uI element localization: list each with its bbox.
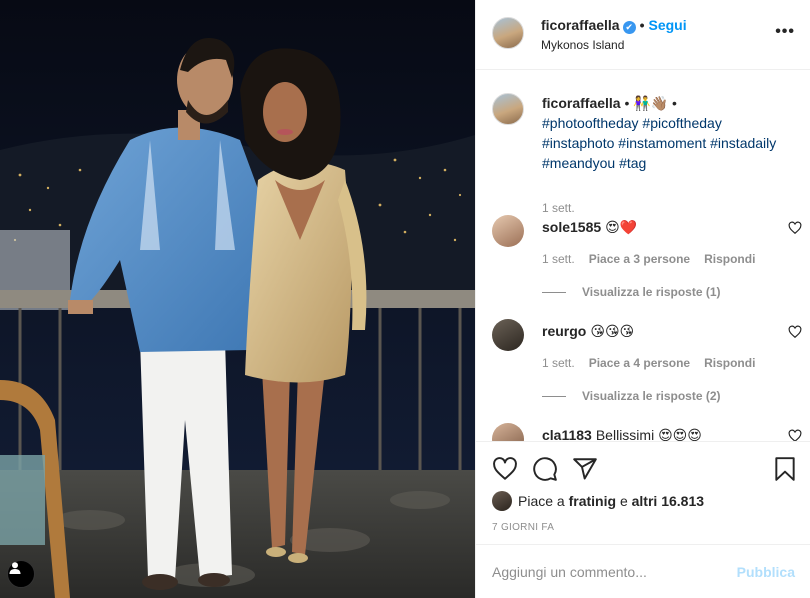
caption-username[interactable]: ficoraffaella: [542, 95, 621, 111]
person-icon: [9, 562, 21, 574]
hashtag-link[interactable]: #instaphoto: [542, 135, 614, 151]
caption-author-avatar[interactable]: [492, 93, 524, 125]
bookmark-icon[interactable]: [772, 456, 798, 482]
comment-likes-count[interactable]: Piace a 3 persone: [589, 252, 690, 266]
follow-button[interactable]: Segui: [649, 17, 687, 33]
commenter-username[interactable]: reurgo: [542, 323, 586, 339]
post-photo[interactable]: [0, 0, 475, 598]
liker-avatar[interactable]: [492, 491, 512, 511]
hashtag-link[interactable]: #picoftheday: [642, 115, 721, 131]
commenter-username[interactable]: sole1585: [542, 219, 601, 235]
comment-input[interactable]: [492, 559, 732, 585]
comment-body: 😍❤️: [605, 219, 638, 235]
commenter-username[interactable]: cla1183: [542, 427, 592, 441]
comments-list[interactable]: ficoraffaella • 👫👋🏽 • #photooftheday #pi…: [476, 71, 810, 441]
comment-meta: 1 sett. Piace a 3 persone Rispondi: [542, 252, 769, 266]
comment-text: sole1585 😍❤️: [542, 219, 637, 236]
post-actions: Piace a fratinig e altri 16.813 7 GIORNI…: [476, 441, 810, 544]
publish-button[interactable]: Pubblica: [737, 564, 795, 580]
comment-like-heart-icon[interactable]: [788, 221, 802, 235]
post-header: ficoraffaella ✔ • Segui Mykonos Island •••: [476, 0, 810, 70]
comment-body: Bellissimi 😍😍😍: [595, 427, 702, 441]
separator-dot: •: [639, 17, 645, 33]
replies-divider-line: [542, 292, 566, 294]
view-replies-label: Visualizza le risposte (1): [582, 285, 721, 299]
hashtag-link[interactable]: #tag: [619, 155, 646, 171]
heart-icon[interactable]: [492, 456, 518, 482]
author-username[interactable]: ficoraffaella: [541, 17, 620, 33]
likes-count-button[interactable]: altri 16.813: [632, 493, 704, 509]
add-comment-form: Pubblica: [476, 544, 810, 598]
commenter-avatar[interactable]: [492, 423, 524, 441]
view-replies-button[interactable]: Visualizza le risposte (1): [542, 285, 721, 299]
post-location[interactable]: Mykonos Island: [541, 38, 624, 52]
comment-timestamp: 1 sett.: [542, 356, 575, 370]
comment-item: cla1183 Bellissimi 😍😍😍: [492, 423, 802, 441]
reply-button[interactable]: Rispondi: [704, 356, 755, 370]
tagged-users-button[interactable]: [7, 560, 35, 588]
caption-text: ficoraffaella • 👫👋🏽 • #photooftheday #pi…: [542, 93, 802, 173]
comment-item: sole1585 😍❤️ 1 sett. Piace a 3 persone Risp…: [492, 215, 802, 311]
comment-like-heart-icon[interactable]: [788, 325, 802, 339]
comment-text: reurgo 😘😘😘: [542, 323, 634, 340]
more-options-icon[interactable]: •••: [775, 24, 795, 40]
comment-like-heart-icon[interactable]: [788, 429, 802, 441]
caption-emojis: • 👫👋🏽 •: [624, 95, 677, 111]
reply-button[interactable]: Rispondi: [704, 252, 755, 266]
comment-item: reurgo 😘😘😘 1 sett. Piace a 4 persone Rispon…: [492, 319, 802, 415]
share-icon[interactable]: [572, 456, 598, 482]
likes-prefix: Piace a: [518, 493, 565, 509]
comment-meta: 1 sett. Piace a 4 persone Rispondi: [542, 356, 769, 370]
post-sidebar: ficoraffaella ✔ • Segui Mykonos Island ••• …: [475, 0, 810, 598]
view-replies-button[interactable]: Visualizza le risposte (2): [542, 389, 721, 403]
likes-conjunction: e: [619, 493, 628, 509]
author-avatar[interactable]: [492, 17, 524, 49]
comment-likes-count[interactable]: Piace a 4 persone: [589, 356, 690, 370]
comment-timestamp: 1 sett.: [542, 252, 575, 266]
post-photo-illustration: [0, 0, 475, 598]
verified-badge-icon: ✔: [622, 21, 636, 34]
post-timestamp: 7 GIORNI FA: [492, 522, 555, 533]
comment-text: cla1183 Bellissimi 😍😍😍: [542, 427, 702, 441]
replies-divider-line: [542, 396, 566, 398]
comment-icon[interactable]: [532, 456, 558, 482]
commenter-avatar[interactable]: [492, 319, 524, 351]
likes-summary: Piace a fratinig e altri 16.813: [492, 491, 704, 511]
view-replies-label: Visualizza le risposte (2): [582, 389, 721, 403]
commenter-avatar[interactable]: [492, 215, 524, 247]
author-row: ficoraffaella ✔ • Segui: [541, 17, 687, 34]
hashtag-link[interactable]: #meandyou: [542, 155, 615, 171]
hashtag-link[interactable]: #instamoment: [618, 135, 706, 151]
hashtag-link[interactable]: #photooftheday: [542, 115, 639, 131]
liker-username[interactable]: fratinig: [569, 493, 616, 509]
hashtag-link[interactable]: #instadaily: [710, 135, 776, 151]
caption-timestamp: 1 sett.: [542, 201, 575, 215]
comment-body: 😘😘😘: [590, 323, 635, 339]
